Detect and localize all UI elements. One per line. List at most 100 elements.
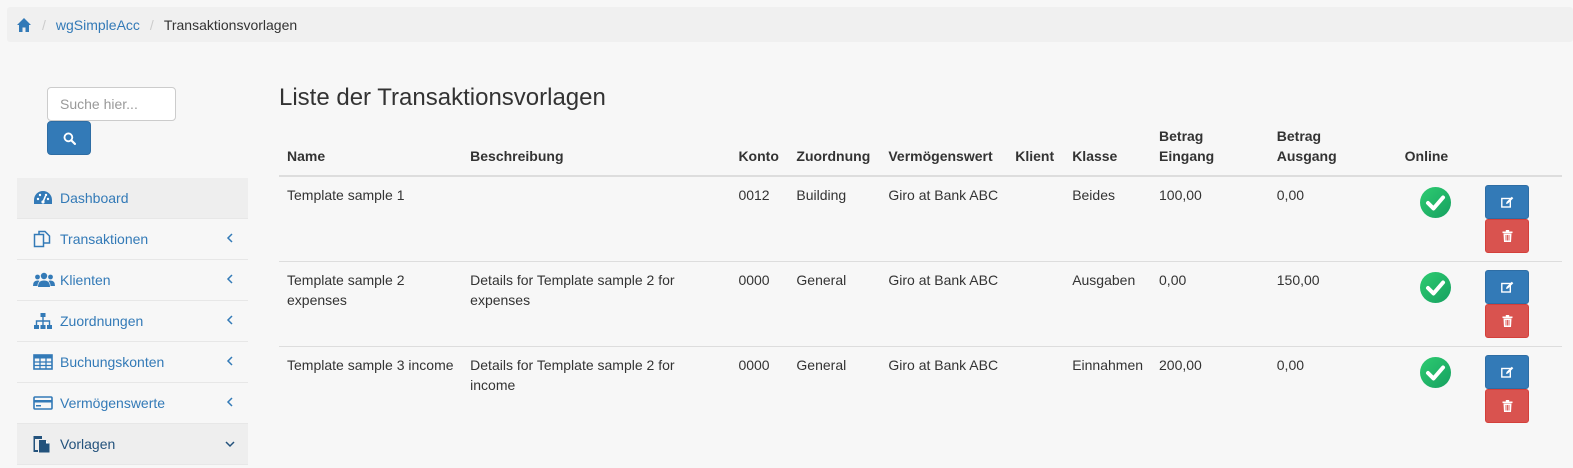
cell-description: Details for Template sample 2 for expens… (462, 261, 731, 347)
home-icon[interactable] (16, 17, 32, 33)
chevron-left-icon (226, 315, 233, 325)
breadcrumb: / wgSimpleAcc / Transaktionsvorlagen (7, 7, 1573, 42)
search-input[interactable] (47, 87, 176, 121)
edit-button[interactable] (1485, 270, 1530, 304)
sidebar-item-label: Zuordnungen (60, 313, 144, 329)
templates-table: Name Beschreibung Konto Zuordnung Vermög… (279, 124, 1562, 432)
cell-amount-out: 0,00 (1268, 346, 1397, 432)
edit-icon (1500, 281, 1514, 293)
cell-actions (1473, 176, 1562, 262)
table-row: Template sample 2 expenses Details for T… (279, 261, 1562, 347)
cell-class: Ausgaben (1064, 261, 1152, 347)
sidebar-item-klienten[interactable]: Klienten (17, 260, 248, 301)
sidebar-item-label: Transaktionen (60, 231, 149, 247)
delete-button[interactable] (1485, 389, 1530, 423)
cell-account: 0000 (730, 346, 789, 432)
header-online[interactable]: Online (1396, 124, 1474, 177)
cell-account: 0012 (738, 187, 770, 203)
delete-button[interactable] (1485, 219, 1530, 253)
cell-amount-out: 150,00 (1268, 261, 1397, 347)
cell-description: Details for Template sample 2 for income (462, 346, 731, 432)
breadcrumb-separator: / (42, 16, 46, 33)
edit-icon (1500, 366, 1514, 378)
header-vermoegenswert[interactable]: Vermögenswert (880, 124, 1008, 177)
chevron-left-icon (226, 233, 233, 243)
cell-amount-in: 100,00 (1159, 187, 1202, 203)
table-row: Template sample 3 income Details for Tem… (279, 346, 1562, 432)
header-klient[interactable]: Klient (1007, 124, 1065, 177)
users-icon (33, 271, 55, 289)
cell-assignment: General (788, 261, 881, 347)
chevron-left-icon (226, 356, 233, 366)
cell-class: Beides (1072, 187, 1115, 203)
sidebar-item-label: Vorlagen (60, 436, 116, 452)
delete-button[interactable] (1485, 304, 1530, 338)
chevron-left-icon (226, 274, 233, 284)
copy-icon (33, 230, 55, 248)
sidebar-item-label: Vermögenswerte (60, 395, 166, 411)
dashboard-icon (33, 189, 55, 207)
header-betrag-eingang[interactable]: Betrag Eingang (1151, 124, 1269, 177)
table-row: Template sample 1 0012 Building Giro at … (279, 176, 1562, 262)
header-actions (1473, 124, 1562, 177)
check-circle-icon[interactable] (1419, 356, 1452, 389)
sidebar-item-dashboard[interactable]: Dashboard (17, 178, 248, 219)
sidebar-item-buchungskonten[interactable]: Buchungskonten (17, 342, 248, 383)
sidebar-item-vorlagen[interactable]: Vorlagen (17, 424, 248, 465)
cell-name: Template sample 3 income (279, 346, 463, 432)
cell-amount-out: 0,00 (1276, 187, 1305, 203)
table-icon (33, 353, 55, 371)
header-zuordnung[interactable]: Zuordnung (788, 124, 881, 177)
sitemap-icon (33, 312, 55, 330)
breadcrumb-separator: / (149, 16, 154, 33)
cell-assignment: Building (796, 187, 847, 203)
header-beschreibung[interactable]: Beschreibung (462, 124, 731, 177)
cell-amount-in: 200,00 (1151, 346, 1269, 432)
breadcrumb-link-app[interactable]: wgSimpleAcc (56, 17, 140, 33)
edit-button[interactable] (1485, 185, 1530, 219)
page-title: Liste der Transaktionsvorlagen (279, 84, 606, 111)
file-copy-icon (33, 435, 55, 453)
cell-actions (1473, 261, 1562, 347)
sidebar-item-vermoegenswerte[interactable]: Vermögenswerte (17, 383, 248, 424)
trash-icon (1502, 400, 1513, 412)
sidebar-item-zuordnungen[interactable]: Zuordnungen (17, 301, 248, 342)
cell-client (1007, 261, 1065, 347)
trash-icon (1502, 315, 1513, 327)
cell-actions (1473, 346, 1562, 432)
sidebar-item-transaktionen[interactable]: Transaktionen (17, 219, 248, 260)
cell-asset: Giro at Bank ABC (880, 346, 1008, 432)
cell-client (1007, 346, 1065, 432)
search-icon (63, 132, 76, 145)
cell-assignment: General (788, 346, 881, 432)
cell-online (1396, 261, 1474, 347)
chevron-down-icon (225, 441, 235, 448)
header-name[interactable]: Name (279, 124, 463, 177)
chevron-left-icon (226, 397, 233, 407)
edit-button[interactable] (1485, 355, 1530, 389)
cell-asset: Giro at Bank ABC (880, 261, 1008, 347)
header-klasse[interactable]: Klasse (1064, 124, 1152, 177)
cell-client (1007, 176, 1064, 262)
table-header-row: Name Beschreibung Konto Zuordnung Vermög… (279, 124, 1562, 177)
header-betrag-ausgang[interactable]: Betrag Ausgang (1268, 124, 1397, 177)
header-konto[interactable]: Konto (730, 124, 789, 177)
cell-description (462, 176, 730, 262)
credit-card-icon (33, 394, 55, 412)
trash-icon (1502, 230, 1513, 242)
search-button[interactable] (47, 121, 91, 155)
cell-name: Template sample 2 expenses (279, 261, 463, 347)
check-circle-icon[interactable] (1419, 186, 1452, 219)
cell-name: Template sample 1 (287, 187, 405, 203)
sidebar-nav: Dashboard Transaktionen Klienten Zuordnu… (17, 178, 248, 465)
breadcrumb-current: Transaktionsvorlagen (163, 16, 298, 33)
cell-online (1396, 346, 1474, 432)
cell-online (1397, 176, 1474, 262)
sidebar-item-label: Dashboard (60, 190, 129, 206)
sidebar-item-label: Buchungskonten (60, 354, 165, 370)
cell-account: 0000 (730, 261, 789, 347)
cell-class: Einnahmen (1064, 346, 1152, 432)
check-circle-icon[interactable] (1419, 271, 1452, 304)
edit-icon (1500, 196, 1514, 208)
sidebar-item-label: Klienten (60, 272, 111, 288)
